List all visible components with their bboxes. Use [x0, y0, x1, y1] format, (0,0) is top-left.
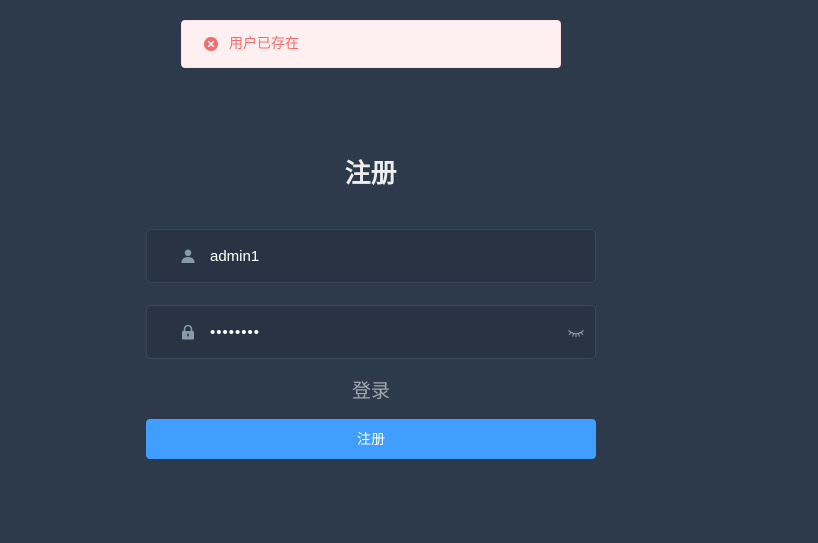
- password-field[interactable]: [146, 305, 596, 359]
- username-input[interactable]: [210, 230, 550, 282]
- login-link[interactable]: 登录: [146, 378, 596, 404]
- username-field[interactable]: [146, 229, 596, 283]
- error-message-toast: 用户已存在: [181, 20, 561, 68]
- error-message-text: 用户已存在: [229, 36, 299, 52]
- register-button[interactable]: 注册: [146, 419, 596, 459]
- eye-closed-icon[interactable]: [567, 324, 585, 340]
- error-circle-icon: [204, 37, 218, 51]
- page-title: 注册: [344, 159, 397, 189]
- user-icon: [180, 248, 196, 264]
- password-input[interactable]: [210, 306, 550, 358]
- lock-icon: [180, 324, 196, 340]
